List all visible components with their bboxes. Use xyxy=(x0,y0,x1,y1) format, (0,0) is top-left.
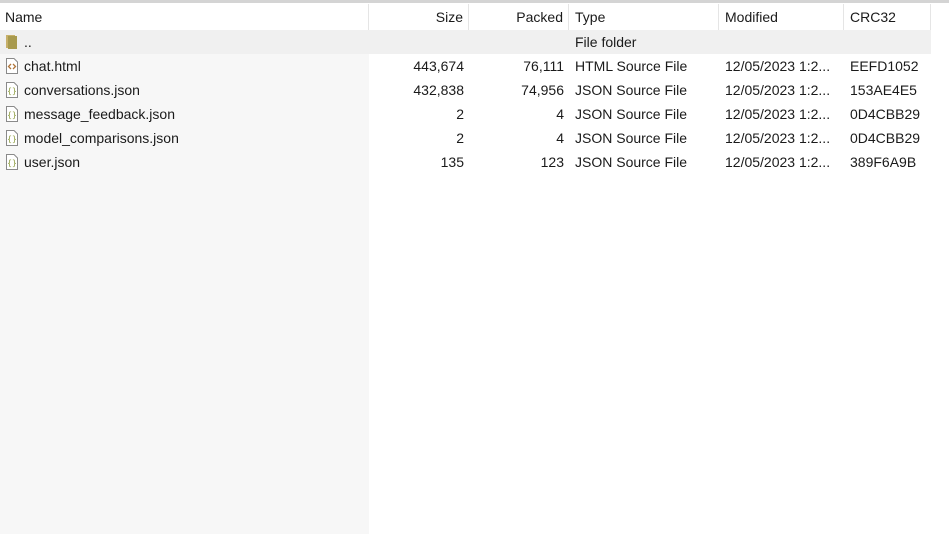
table-row[interactable]: chat.html 443,674 76,111 HTML Source Fil… xyxy=(0,54,949,78)
svg-text:{}: {} xyxy=(7,135,17,144)
file-name: .. xyxy=(24,34,32,50)
file-name: user.json xyxy=(24,154,81,170)
file-size: 2 xyxy=(456,106,464,122)
table-row[interactable]: {} conversations.json 432,838 74,956 JSO… xyxy=(0,78,949,102)
file-crc32: EEFD1052 xyxy=(850,58,919,74)
table-row[interactable]: {} model_comparisons.json 2 4 JSON Sourc… xyxy=(0,126,949,150)
table-row[interactable]: {} user.json 135 123 JSON Source File 12… xyxy=(0,150,949,174)
file-size xyxy=(370,30,464,54)
column-header-name-label: Name xyxy=(5,9,43,25)
column-header-modified[interactable]: Modified xyxy=(719,4,844,30)
file-name: message_feedback.json xyxy=(24,106,175,122)
column-header: Name ^ Size Packed Type Modified CRC32 xyxy=(0,4,949,30)
file-size: 432,838 xyxy=(413,82,464,98)
file-packed-size: 76,111 xyxy=(523,58,564,74)
json-file-icon: {} xyxy=(4,78,20,102)
file-modified: 12/05/2023 1:2... xyxy=(725,82,831,98)
column-header-size-label: Size xyxy=(435,9,463,25)
file-modified: 12/05/2023 1:2... xyxy=(725,106,831,122)
folder-icon xyxy=(4,30,20,54)
file-name: conversations.json xyxy=(24,82,140,98)
file-type: File folder xyxy=(575,34,637,50)
column-header-crc32[interactable]: CRC32 xyxy=(844,4,931,30)
column-header-packed-label: Packed xyxy=(516,9,563,25)
column-header-type[interactable]: Type xyxy=(569,4,719,30)
file-crc32: 0D4CBB29 xyxy=(850,106,921,122)
json-file-icon: {} xyxy=(4,102,20,126)
file-modified xyxy=(725,30,837,54)
file-packed-size: 4 xyxy=(556,130,564,146)
file-type: JSON Source File xyxy=(575,106,688,122)
file-packed-size: 4 xyxy=(556,106,564,122)
svg-text:{}: {} xyxy=(7,111,17,120)
file-modified: 12/05/2023 1:2... xyxy=(725,130,831,146)
file-list-view: Name ^ Size Packed Type Modified CRC32 .… xyxy=(0,0,949,534)
table-row[interactable]: {} message_feedback.json 2 4 JSON Source… xyxy=(0,102,949,126)
file-packed-size: 123 xyxy=(540,154,564,170)
file-size: 135 xyxy=(440,154,464,170)
sort-ascending-icon: ^ xyxy=(178,4,184,10)
file-crc32 xyxy=(850,30,945,54)
file-size: 443,674 xyxy=(413,58,464,74)
file-crc32: 389F6A9B xyxy=(850,154,917,170)
table-row-parent-folder[interactable]: .. File folder xyxy=(0,30,931,54)
top-border xyxy=(0,0,949,3)
file-type: JSON Source File xyxy=(575,82,688,98)
column-header-modified-label: Modified xyxy=(725,9,778,25)
html-file-icon xyxy=(4,54,20,78)
column-header-packed[interactable]: Packed xyxy=(469,4,569,30)
file-packed-size: 74,956 xyxy=(521,82,564,98)
file-packed-size xyxy=(470,30,564,54)
file-name: chat.html xyxy=(24,58,81,74)
column-header-name[interactable]: Name ^ xyxy=(0,4,369,30)
svg-text:{}: {} xyxy=(7,87,17,96)
file-type: JSON Source File xyxy=(575,130,688,146)
file-modified: 12/05/2023 1:2... xyxy=(725,58,831,74)
column-header-type-label: Type xyxy=(575,9,606,25)
file-type: JSON Source File xyxy=(575,154,688,170)
column-header-size[interactable]: Size xyxy=(369,4,469,30)
file-crc32: 0D4CBB29 xyxy=(850,130,921,146)
json-file-icon: {} xyxy=(4,126,20,150)
column-header-crc32-label: CRC32 xyxy=(850,9,896,25)
json-file-icon: {} xyxy=(4,150,20,174)
svg-text:{}: {} xyxy=(7,159,17,168)
file-name: model_comparisons.json xyxy=(24,130,179,146)
file-size: 2 xyxy=(456,130,464,146)
file-type: HTML Source File xyxy=(575,58,688,74)
file-rows: .. File folder chat.html 443,674 76,111 … xyxy=(0,30,949,174)
file-modified: 12/05/2023 1:2... xyxy=(725,154,831,170)
file-crc32: 153AE4E5 xyxy=(850,82,917,98)
